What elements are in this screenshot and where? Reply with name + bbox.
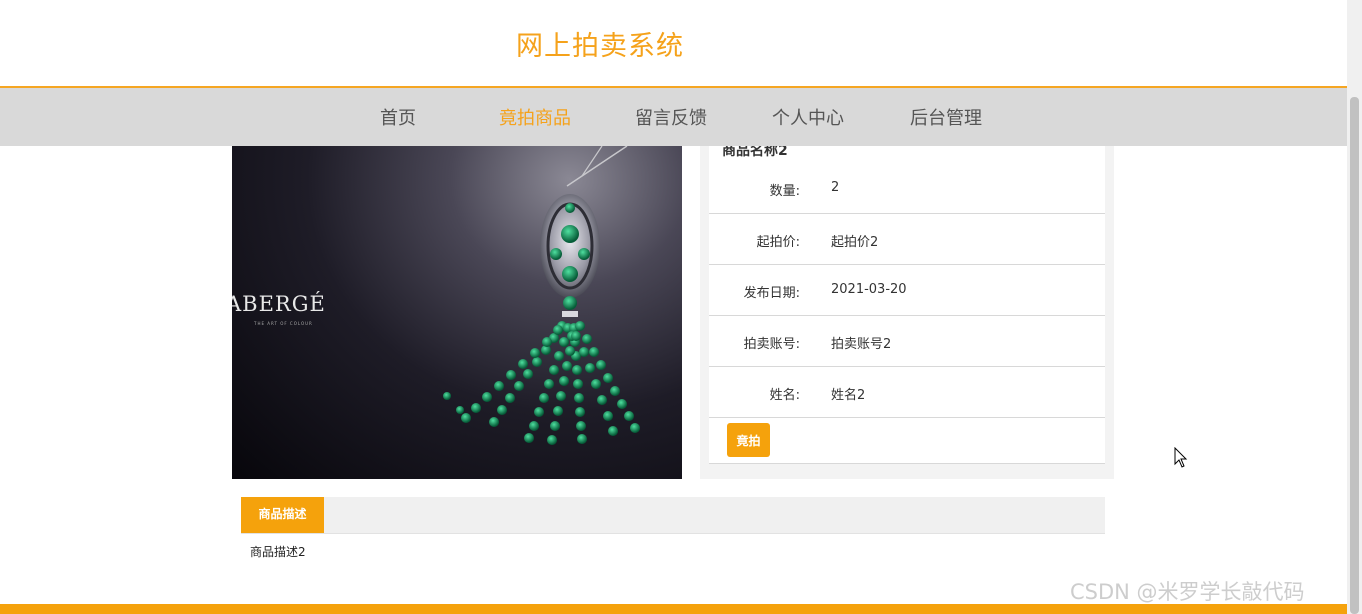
scrollbar-thumb[interactable]	[1350, 97, 1359, 614]
info-row-name: 姓名: 姓名2	[709, 367, 1105, 418]
tab-product-description[interactable]: 商品描述	[241, 497, 324, 533]
info-value: 2021-03-20	[831, 282, 907, 297]
main-nav: 首页 竟拍商品 留言反馈 个人中心 后台管理	[0, 88, 1347, 146]
product-info-table: 商品名称2 数量: 2 起拍价: 起拍价2 发布日期: 2021-03-20 拍…	[709, 143, 1105, 464]
info-value: 拍卖账号2	[831, 337, 892, 352]
nav-item-auction-products[interactable]: 竟拍商品	[499, 104, 571, 130]
watermark: CSDN @米罗学长敲代码	[1070, 580, 1305, 604]
bid-row: 竟拍	[709, 418, 1105, 464]
nav-item-admin[interactable]: 后台管理	[910, 104, 982, 130]
info-label: 姓名:	[769, 388, 800, 403]
brand-tagline: THE ART OF COLOUR	[254, 321, 313, 326]
info-value: 2	[831, 180, 840, 195]
nav-item-personal-center[interactable]: 个人中心	[772, 104, 844, 130]
info-row-publish-date: 发布日期: 2021-03-20	[709, 265, 1105, 316]
info-label: 发布日期:	[743, 286, 800, 301]
site-header: 网上拍卖系统	[0, 0, 1347, 88]
info-label: 拍卖账号:	[743, 337, 800, 352]
page: 网上拍卖系统 首页 竟拍商品 留言反馈 个人中心 后台管理 ABERGÉ THE…	[0, 0, 1362, 614]
site-title: 网上拍卖系统	[516, 31, 684, 62]
product-info-panel: 商品名称2 数量: 2 起拍价: 起拍价2 发布日期: 2021-03-20 拍…	[700, 143, 1114, 479]
bid-button[interactable]: 竟拍	[727, 423, 770, 457]
info-row-auction-account: 拍卖账号: 拍卖账号2	[709, 316, 1105, 367]
brand-logo: ABERGÉ	[232, 292, 326, 316]
nav-item-feedback[interactable]: 留言反馈	[635, 104, 707, 130]
info-label: 数量:	[769, 184, 800, 199]
product-description-content: 商品描述2	[250, 545, 306, 559]
info-value: 姓名2	[831, 388, 866, 403]
info-row-start-price: 起拍价: 起拍价2	[709, 214, 1105, 265]
info-label: 起拍价:	[756, 235, 800, 250]
product-image: ABERGÉ THE ART OF COLOUR	[232, 146, 682, 479]
description-tabs: 商品描述	[241, 497, 1105, 534]
vertical-scrollbar[interactable]	[1347, 0, 1362, 614]
mouse-cursor-icon	[1174, 447, 1188, 468]
nav-item-home[interactable]: 首页	[380, 104, 416, 130]
info-row-quantity: 数量: 2	[709, 163, 1105, 214]
info-value: 起拍价2	[831, 235, 879, 250]
